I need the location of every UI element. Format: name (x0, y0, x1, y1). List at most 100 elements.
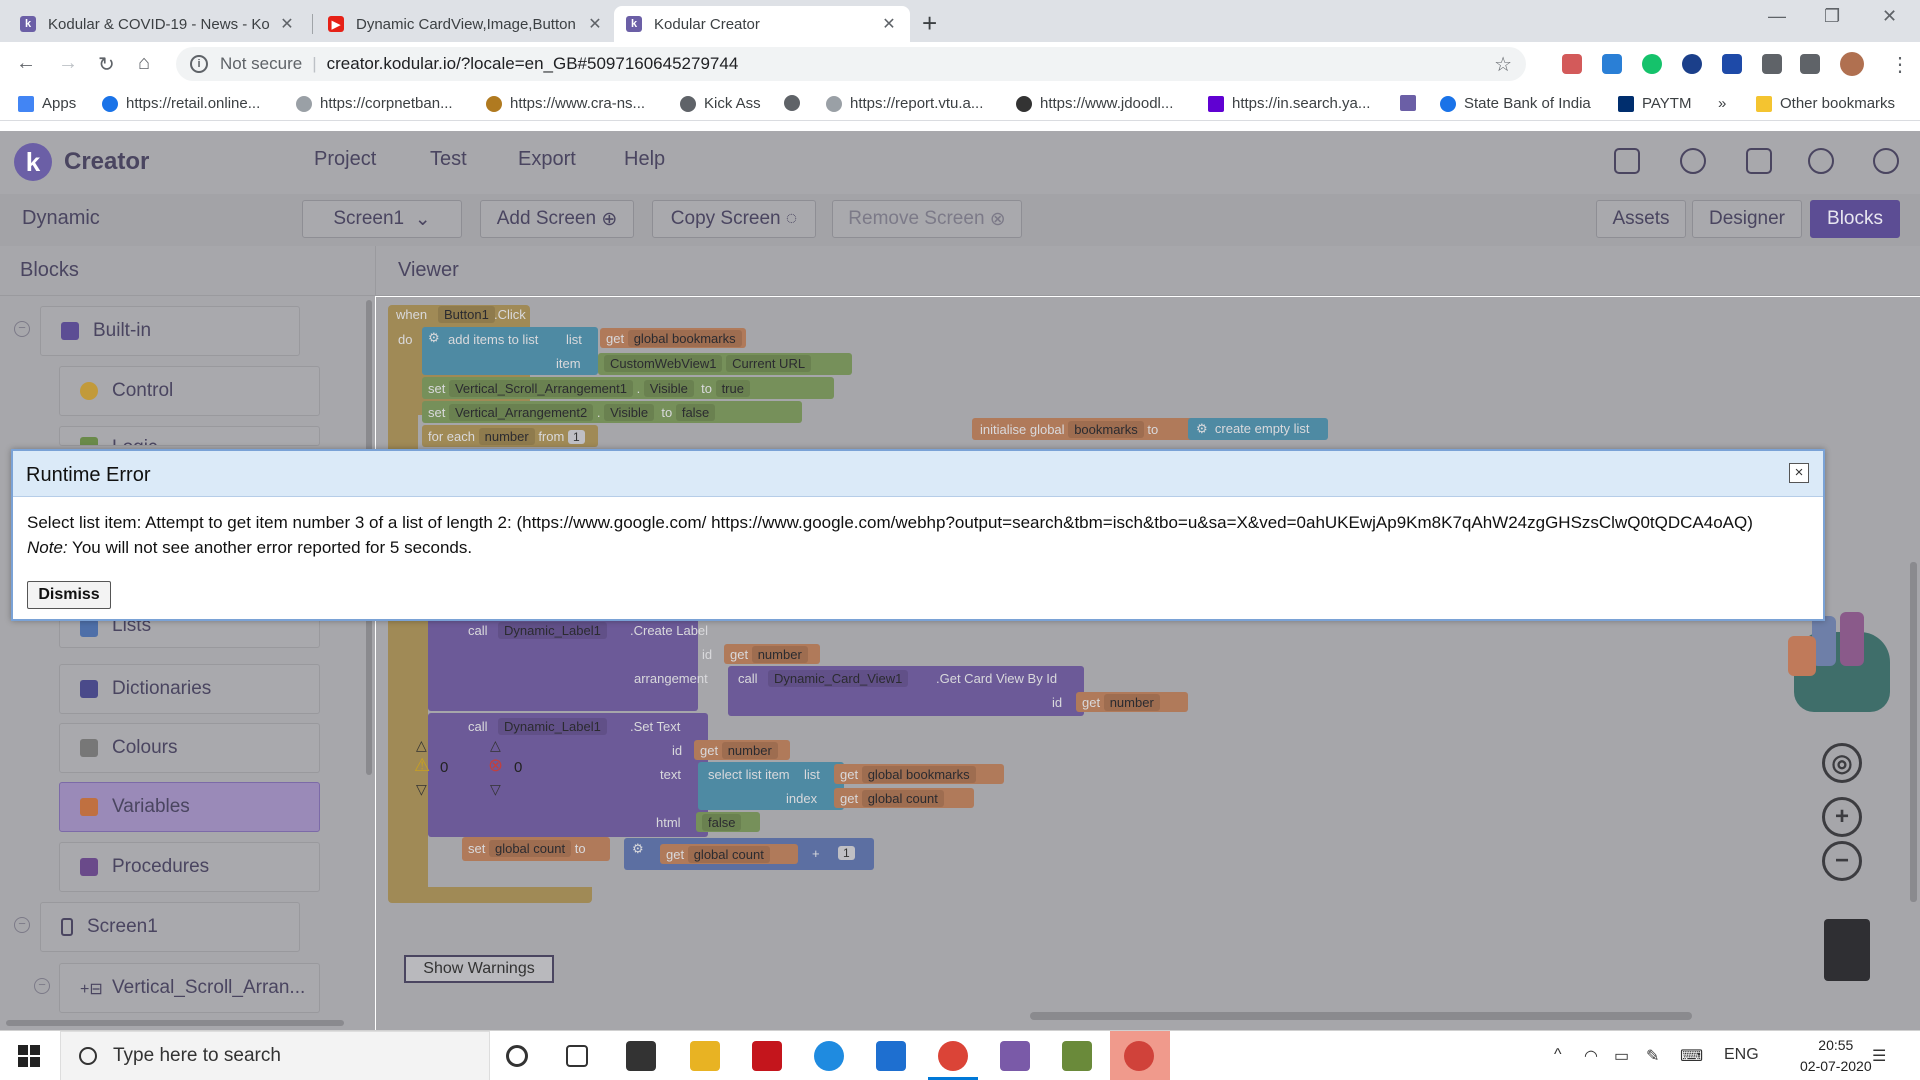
tree-logic[interactable]: Logic (59, 426, 320, 446)
tab-kodular-creator[interactable]: k Kodular Creator ✕ (614, 6, 910, 42)
assets-button[interactable]: Assets (1596, 200, 1686, 238)
tab-youtube[interactable]: ▶ Dynamic CardView,Image,Button ✕ (316, 6, 616, 42)
bookmark-item[interactable]: https://retail.online... (102, 95, 260, 112)
windows-start-icon[interactable] (18, 1045, 40, 1067)
blocks-workspace[interactable]: when Button1 .Click do ⚙ add items to li… (376, 297, 1920, 1030)
docs-icon[interactable] (1746, 148, 1772, 174)
screen-recorder-icon[interactable] (1124, 1041, 1154, 1071)
get-bookmarks-block[interactable]: get global bookmarks (600, 328, 746, 348)
palette-icon[interactable] (1680, 148, 1706, 174)
get-global-count-block[interactable]: get global count (834, 788, 974, 808)
screen-select[interactable]: Screen1 ⌄ (302, 200, 462, 238)
pen-icon[interactable]: ✎ (1646, 1046, 1659, 1066)
bookmark-item[interactable]: https://corpnetban... (296, 95, 453, 112)
language-indicator[interactable]: ENG (1724, 1046, 1759, 1064)
screen-capture-icon[interactable] (1722, 54, 1742, 74)
get-global-count-block[interactable]: get global count (660, 844, 798, 864)
bookmark-item[interactable]: https://www.jdoodl... (1016, 95, 1173, 112)
home-icon[interactable]: ⌂ (138, 52, 150, 75)
create-empty-list-block[interactable]: ⚙ create empty list (1188, 418, 1328, 440)
show-warnings-button[interactable]: Show Warnings (404, 955, 554, 983)
trash-icon[interactable] (1824, 919, 1870, 981)
backpack-icon[interactable] (1784, 612, 1904, 717)
set-global-count-block[interactable]: set global count to (462, 837, 610, 861)
projects-folder-icon[interactable] (1614, 148, 1640, 174)
chrome-icon[interactable] (938, 1041, 968, 1071)
tree-dictionaries[interactable]: Dictionaries (59, 664, 320, 714)
edge-icon[interactable] (814, 1041, 844, 1071)
restore-icon[interactable]: ❐ (1824, 6, 1840, 27)
remove-screen-button[interactable]: Remove Screen ⊗ (832, 200, 1022, 238)
collapse-icon[interactable]: − (14, 917, 30, 933)
collapse-icon[interactable]: − (34, 978, 50, 994)
component-dropdown[interactable]: Dynamic_Label1 (498, 718, 607, 735)
taskbar-search-input[interactable]: Type here to search (60, 1031, 490, 1080)
arrow-up-icon[interactable]: △ (416, 737, 427, 754)
close-icon[interactable]: × (1789, 463, 1809, 483)
zoom-in-icon[interactable]: + (1822, 797, 1862, 837)
bookmark-item[interactable]: https://www.cra-ns... (486, 95, 645, 112)
tree-builtin[interactable]: Built-in (40, 306, 300, 356)
tree-screen1[interactable]: Screen1 (40, 902, 300, 952)
dismiss-button[interactable]: Dismiss (27, 581, 111, 609)
tree-horizontal-scrollbar[interactable] (6, 1020, 344, 1026)
other-bookmarks[interactable]: Other bookmarks (1756, 95, 1895, 112)
extension-icon[interactable] (1682, 54, 1702, 74)
menu-project[interactable]: Project (314, 148, 376, 171)
forward-icon[interactable]: → (58, 52, 78, 75)
gear-icon[interactable]: ⚙ (428, 330, 440, 346)
account-icon[interactable] (1873, 148, 1899, 174)
close-window-icon[interactable]: ✕ (1882, 6, 1897, 27)
gear-icon[interactable]: ⚙ (632, 841, 644, 857)
menu-test[interactable]: Test (430, 148, 467, 171)
bookmark-item[interactable]: State Bank of India (1440, 95, 1591, 112)
wifi-icon[interactable]: ◠ (1584, 1046, 1598, 1066)
keyboard-icon[interactable]: ⌨ (1680, 1046, 1703, 1066)
cortana-icon[interactable] (506, 1045, 528, 1067)
get-number-block[interactable]: get number (694, 740, 790, 760)
component-dropdown[interactable]: Button1 (438, 306, 495, 323)
notification-icon[interactable]: ☰ (1872, 1046, 1886, 1066)
info-icon[interactable]: i (190, 55, 208, 73)
kodular-logo[interactable]: k (14, 143, 52, 181)
workspace-vertical-scrollbar[interactable] (1910, 562, 1917, 902)
arrow-down-icon[interactable]: ▽ (416, 781, 427, 798)
close-icon[interactable]: ✕ (880, 14, 898, 34)
puzzle-icon[interactable] (1762, 54, 1782, 74)
bookmarks-overflow[interactable]: » (1718, 95, 1726, 112)
task-view-icon[interactable] (566, 1045, 588, 1067)
more-icon[interactable]: ⋮ (1890, 52, 1910, 77)
back-icon[interactable]: ← (16, 52, 36, 75)
false-block[interactable]: false (696, 812, 760, 832)
bookmark-apps[interactable]: Apps (18, 95, 76, 112)
close-icon[interactable]: ✕ (278, 14, 296, 34)
new-tab-button[interactable]: + (922, 8, 937, 39)
get-number-block[interactable]: get number (724, 644, 820, 664)
close-icon[interactable]: ✕ (586, 14, 604, 34)
dollar-icon[interactable] (1808, 148, 1834, 174)
number-block[interactable]: 1 (838, 845, 855, 860)
blocks-button[interactable]: Blocks (1810, 200, 1900, 238)
store-icon[interactable] (626, 1041, 656, 1071)
current-url-block[interactable]: CustomWebView1 Current URL (598, 353, 852, 375)
file-explorer-icon[interactable] (690, 1041, 720, 1071)
bookmark-star-icon[interactable]: ☆ (1494, 52, 1512, 77)
bookmark-item[interactable] (1400, 95, 1424, 111)
component-dropdown[interactable]: Dynamic_Label1 (498, 622, 607, 639)
download-icon[interactable] (1602, 54, 1622, 74)
tree-vertical-scroll-arrangement[interactable]: +⊟ Vertical_Scroll_Arran... (59, 963, 320, 1013)
reading-list-icon[interactable] (1800, 54, 1820, 74)
get-bookmarks-block[interactable]: get global bookmarks (834, 764, 1004, 784)
menu-help[interactable]: Help (624, 148, 665, 171)
arrow-up-icon[interactable]: △ (490, 737, 501, 754)
set-vsa-visible-block[interactable]: set Vertical_Scroll_Arrangement1 . Visib… (422, 377, 834, 399)
collapse-icon[interactable]: − (14, 321, 30, 337)
tree-procedures[interactable]: Procedures (59, 842, 320, 892)
set-va2-visible-block[interactable]: set Vertical_Arrangement2 . Visible to f… (422, 401, 802, 423)
designer-button[interactable]: Designer (1692, 200, 1802, 238)
battery-icon[interactable]: ▭ (1614, 1046, 1629, 1066)
chevron-up-icon[interactable]: ^ (1554, 1046, 1562, 1064)
avatar[interactable] (1840, 52, 1864, 76)
arrow-down-icon[interactable]: ▽ (490, 781, 501, 798)
bookmark-item[interactable]: https://in.search.ya... (1208, 95, 1370, 112)
